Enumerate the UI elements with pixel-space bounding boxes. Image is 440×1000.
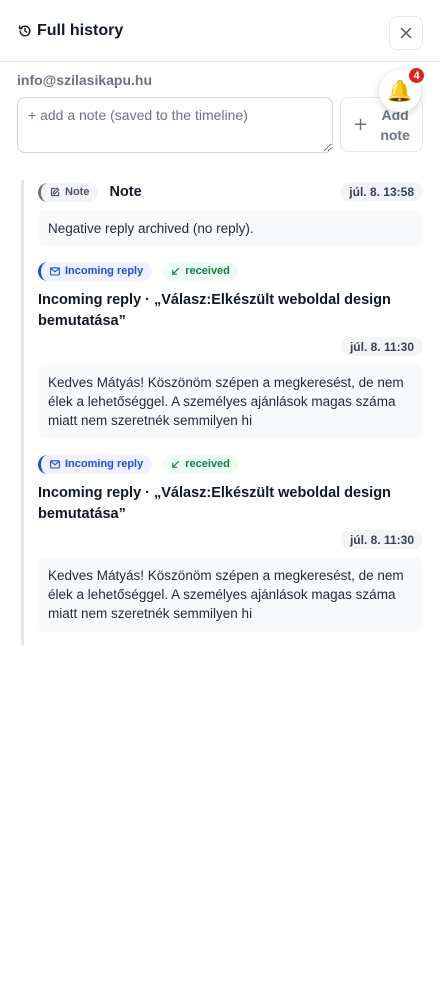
entry-time: júl. 8. 13:58 [340, 182, 423, 201]
entry-body: Negative reply archived (no reply). [38, 210, 423, 247]
entry-title: Incoming reply · „Válasz:Elkészült webol… [38, 292, 391, 329]
timeline-entry: Note Note júl. 8. 13:58 Negative reply a… [38, 180, 423, 247]
arrow-down-left-icon [172, 267, 180, 275]
timeline-entry: Incoming reply received Incoming reply ·… [38, 261, 423, 439]
entry-body: Kedves Mátyás! Köszönöm szépen a megkere… [38, 557, 423, 632]
close-button[interactable] [389, 16, 423, 50]
arrow-down-left-icon [172, 460, 180, 468]
entry-time: júl. 8. 11:30 [340, 337, 423, 356]
status-pill: received [163, 454, 238, 474]
entry-title: Incoming reply · „Válasz:Elkészült webol… [38, 485, 391, 522]
close-icon [400, 27, 412, 39]
edit-icon [50, 187, 60, 197]
timeline-entry: Incoming reply received Incoming reply ·… [38, 454, 423, 632]
mail-icon [50, 459, 60, 469]
type-pill: Incoming reply [38, 261, 153, 281]
notification-count-badge: 4 [407, 66, 426, 85]
entry-title: Note [109, 184, 142, 200]
plus-icon: + [353, 114, 369, 135]
panel-title: Full history [37, 21, 124, 39]
bell-icon: 🔔 [386, 78, 414, 103]
contact-email: info@szilasikapu.hu [17, 72, 153, 88]
entry-time: júl. 8. 11:30 [340, 530, 423, 549]
history-icon [18, 24, 32, 38]
type-pill: Incoming reply [38, 454, 153, 474]
status-pill: received [163, 261, 238, 281]
entry-body: Kedves Mátyás! Köszönöm szépen a megkere… [38, 364, 423, 439]
note-input[interactable] [17, 97, 333, 153]
timeline: Note Note júl. 8. 13:58 Negative reply a… [21, 180, 423, 645]
panel-header: Full history [0, 0, 440, 62]
mail-icon [50, 266, 60, 276]
type-pill: Note [38, 182, 99, 202]
notifications-button[interactable]: 🔔 4 [379, 66, 426, 112]
